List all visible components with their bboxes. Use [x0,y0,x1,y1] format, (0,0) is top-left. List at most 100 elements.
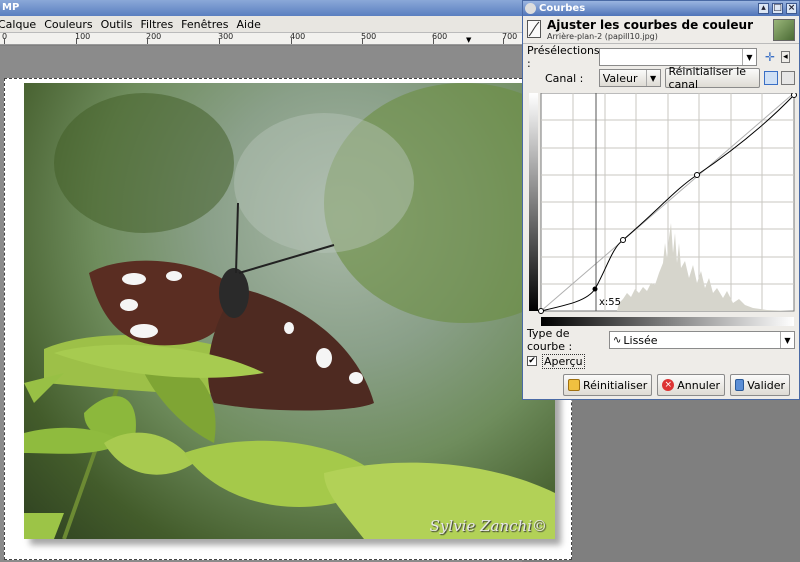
smooth-curve-icon: ∿ [613,334,622,346]
curve-control-point-selected[interactable] [592,286,598,292]
wing-spot [120,299,138,311]
dialog-heading: Ajuster les courbes de couleur [547,18,754,32]
layer-thumbnail [773,19,795,41]
wing-spot [130,324,158,338]
ruler-label: 300 [218,33,234,41]
ruler-label: 400 [290,33,306,41]
wing-spot [349,372,363,384]
channel-value: Valeur [602,71,638,85]
butterfly-photo: Sylvie Zanchi© [24,83,555,539]
curve-type-combo[interactable]: ∿ Lissée ▼ [609,331,795,349]
chevron-down-icon: ▼ [742,49,756,65]
reset-channel-button[interactable]: Réinitialiser le canal [664,65,761,91]
image-canvas[interactable]: Sylvie Zanchi© [4,78,572,560]
ruler-tick [433,38,434,44]
ruler-label: 500 [361,33,377,41]
ruler-tick [4,38,5,44]
ruler-tick [219,38,220,44]
ruler-marker-icon: ▼ [466,36,472,44]
cancel-button[interactable]: × Annuler [657,374,726,396]
menu-outils[interactable]: Outils [97,18,137,31]
curve-control-point[interactable] [791,92,797,98]
linear-histogram-icon[interactable] [764,71,779,85]
ok-button[interactable]: Valider [730,374,791,396]
bg-blob [234,113,414,253]
bg-blob [54,93,234,233]
dialog-title: Courbes [539,3,586,14]
butterfly-photo-art [24,83,555,539]
ruler-tick [503,38,504,44]
presets-row: Présélections : ▼ ✛ ◂ [527,44,795,70]
wing-spot [284,322,294,334]
close-icon[interactable]: × [786,3,797,14]
curve-type-row: Type de courbe : ∿ Lissée ▼ [527,327,795,353]
add-preset-icon[interactable]: ✛ [765,50,775,64]
leaf [24,513,64,539]
horizontal-ruler[interactable]: 0 100 200 300 400 500 600 700 ▼ [0,33,522,45]
preview-row: ✔ Aperçu [527,351,795,371]
x-coordinate-readout: x:55 [599,297,621,308]
channel-row: Canal : Valeur ▼ Réinitialiser le canal [527,65,796,91]
ok-label: Valider [747,378,786,392]
signature-watermark: Sylvie Zanchi© [429,517,547,535]
cancel-icon: × [662,379,675,391]
antenna [235,202,239,274]
dialog-title-bar[interactable]: Courbes ▴ □ × [523,1,799,16]
ruler-tick [76,38,77,44]
menu-filtres[interactable]: Filtres [136,18,177,31]
reset-icon [568,379,580,391]
menu-couleurs[interactable]: Couleurs [40,18,96,31]
curve-editor[interactable]: x:55 [527,92,797,329]
wing-spot [316,348,332,368]
chevron-down-icon: ▼ [645,70,660,86]
gimp-title-bar: MP [0,0,522,16]
ok-icon [735,379,745,391]
window-menu-icon[interactable]: ▴ [758,3,769,14]
ruler-tick [291,38,292,44]
ruler-tick [362,38,363,44]
wing-spot [166,271,182,281]
curves-tool-icon [527,20,541,38]
dialog-buttons: Réinitialiser × Annuler Valider [563,374,791,396]
curve-type-value: Lissée [623,333,658,347]
gimp-wilber-icon [525,3,536,14]
chevron-down-icon: ▼ [780,332,794,348]
preview-label[interactable]: Aperçu [542,353,585,369]
dialog-subheading: Arrière-plan-2 (papill10.jpg) [547,32,658,41]
vertical-gradient-bar [529,93,538,311]
curve-type-label: Type de courbe : [527,327,573,353]
presets-combo[interactable]: ▼ [599,48,757,66]
menu-fenetres[interactable]: Fenêtres [177,18,232,31]
channel-label: Canal : [545,71,584,85]
leaf [104,432,194,475]
butterfly-body [219,268,249,318]
curves-dialog: Courbes ▴ □ × Ajuster les courbes de cou… [522,0,800,400]
maximize-icon[interactable]: □ [772,3,783,14]
reset-label: Réinitialiser [583,378,648,392]
curve-control-point[interactable] [538,308,544,314]
wing-spot [122,273,146,285]
horizontal-gradient-bar [541,317,794,326]
ruler-label: 200 [146,33,162,41]
ruler-label: 600 [432,33,448,41]
gimp-menubar: Calque Couleurs Outils Filtres Fenêtres … [0,16,522,33]
menu-aide[interactable]: Aide [233,18,265,31]
gimp-title: MP [2,2,20,13]
log-histogram-icon[interactable] [781,71,796,85]
curve-graph[interactable]: x:55 [527,92,797,329]
curve-control-point[interactable] [620,237,626,243]
reset-button[interactable]: Réinitialiser [563,374,653,396]
ruler-label: 100 [75,33,91,41]
dialog-header: Ajuster les courbes de couleur Arrière-p… [523,16,799,44]
presets-label: Présélections : [527,44,600,70]
cancel-label: Annuler [677,378,721,392]
antenna [238,244,335,274]
reset-channel-label: Réinitialiser le canal [668,65,747,91]
preview-checkbox[interactable]: ✔ [527,356,537,366]
curve-control-point[interactable] [694,172,700,178]
ruler-label: 700 [502,33,518,41]
menu-calque[interactable]: Calque [0,18,40,31]
preset-menu-icon[interactable]: ◂ [781,51,790,63]
ruler-tick [147,38,148,44]
channel-combo[interactable]: Valeur ▼ [598,69,661,87]
